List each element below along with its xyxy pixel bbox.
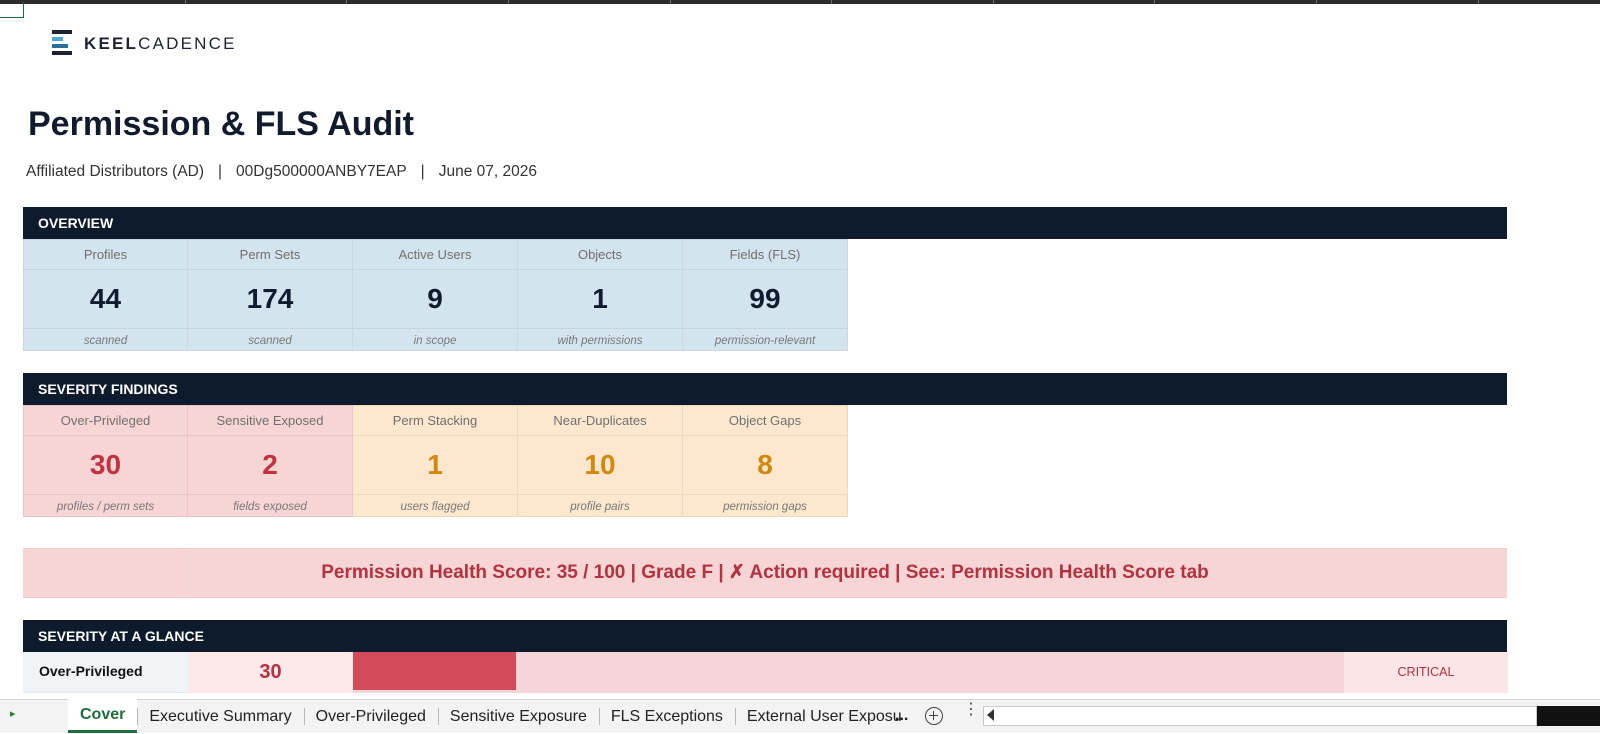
metric-value: 44 [89,283,122,314]
metric-label: Objects [518,240,682,270]
metric-label: Perm Sets [188,240,352,270]
tab-scroll-icon[interactable]: ▸ [10,707,40,727]
org-name: Affiliated Distributors (AD) [26,163,205,180]
tab-sensitive-exposure[interactable]: Sensitive Exposure [437,700,599,734]
metric-caption: scanned [24,328,187,353]
more-tabs-ellipsis[interactable]: ... [895,707,908,725]
finding-card-object-gaps[interactable]: Object Gaps 8 permission gaps [683,405,848,517]
selected-cell-indicator[interactable] [0,2,24,18]
glance-row-value: 30 [188,652,353,693]
health-score-banner[interactable]: Permission Health Score: 35 / 100 | Grad… [23,548,1507,598]
sheet-tab-bar: ▸ Cover Executive Summary Over-Privilege… [0,699,1600,733]
glance-bar-fill [353,652,517,690]
page-title: Permission & FLS Audit [28,105,415,143]
overview-cards: Profiles 44 scanned Perm Sets 174 scanne… [23,239,848,351]
metric-card-profiles[interactable]: Profiles 44 scanned [23,239,188,351]
tab-fls-exceptions[interactable]: FLS Exceptions [598,700,735,734]
glance-bar-track [353,652,1343,693]
finding-caption: fields exposed [188,494,352,519]
metric-card-objects[interactable]: Objects 1 with permissions [518,239,683,351]
finding-label: Over-Privileged [24,406,187,436]
finding-caption: users flagged [353,494,517,519]
finding-value: 30 [89,449,122,480]
finding-card-over-privileged[interactable]: Over-Privileged 30 profiles / perm sets [23,405,188,517]
metric-value: 1 [592,283,608,314]
glance-row-label: Over-Privileged [23,652,188,693]
scroll-left-icon[interactable] [987,709,994,721]
subtitle-separator: | [420,163,425,180]
finding-label: Near-Duplicates [518,406,682,436]
metric-caption: scanned [188,328,352,353]
tab-over-privileged[interactable]: Over-Privileged [303,700,438,734]
org-id: 00Dg500000ANBY7EAP [236,163,407,180]
subtitle-separator: | [218,163,223,180]
finding-value: 8 [757,449,773,480]
sheet-tabs: Cover Executive Summary Over-Privileged … [68,699,914,734]
add-sheet-icon[interactable] [925,707,943,725]
metric-value: 174 [246,283,294,314]
severity-cards: Over-Privileged 30 profiles / perm sets … [23,405,848,517]
finding-card-sensitive-exposed[interactable]: Sensitive Exposed 2 fields exposed [188,405,353,517]
finding-value: 10 [584,449,616,480]
overview-header: OVERVIEW [23,207,1507,239]
finding-label: Perm Stacking [353,406,517,436]
finding-value: 1 [427,449,443,480]
horizontal-scrollbar[interactable] [983,706,1537,726]
finding-caption: profile pairs [518,494,682,519]
finding-card-near-duplicates[interactable]: Near-Duplicates 10 profile pairs [518,405,683,517]
metric-value: 9 [427,283,443,314]
metric-caption: permission-relevant [683,328,847,353]
finding-caption: profiles / perm sets [24,494,187,519]
page-subtitle: Affiliated Distributors (AD) | 00Dg500000A… [26,163,537,181]
tab-external-user-exposure[interactable]: External User Exposu [734,700,914,734]
logo-mark-icon [52,30,74,57]
tab-cover[interactable]: Cover [68,699,138,733]
metric-caption: in scope [353,328,517,353]
tab-executive-summary[interactable]: Executive Summary [137,700,303,734]
metric-card-active-users[interactable]: Active Users 9 in scope [353,239,518,351]
glance-row-over-privileged[interactable]: Over-Privileged 30 CRITICAL [23,652,1508,693]
column-gridlines [0,0,1600,4]
logo-wordmark: KEELCADENCE [84,33,237,53]
metric-card-fields-fls[interactable]: Fields (FLS) 99 permission-relevant [683,239,848,351]
report-date: June 07, 2026 [438,163,537,180]
scrollbar-thumb-area[interactable] [1537,706,1600,726]
metric-value: 99 [749,283,781,314]
finding-card-perm-stacking[interactable]: Perm Stacking 1 users flagged [353,405,518,517]
health-score-text: Permission Health Score: 35 / 100 | Grad… [321,562,1209,583]
metric-label: Profiles [24,240,187,270]
severity-findings-header: SEVERITY FINDINGS [23,373,1507,405]
metric-caption: with permissions [518,328,682,353]
finding-value: 2 [262,449,278,480]
metric-label: Active Users [353,240,517,270]
severity-at-a-glance-header: SEVERITY AT A GLANCE [23,620,1507,652]
finding-label: Object Gaps [683,406,847,436]
more-options-icon[interactable]: ⋮ [963,702,979,718]
metric-label: Fields (FLS) [683,240,847,270]
finding-caption: permission gaps [683,494,847,519]
brand-logo: KEELCADENCE [52,30,237,57]
severity-tag: CRITICAL [1343,652,1508,693]
metric-card-perm-sets[interactable]: Perm Sets 174 scanned [188,239,353,351]
finding-label: Sensitive Exposed [188,406,352,436]
